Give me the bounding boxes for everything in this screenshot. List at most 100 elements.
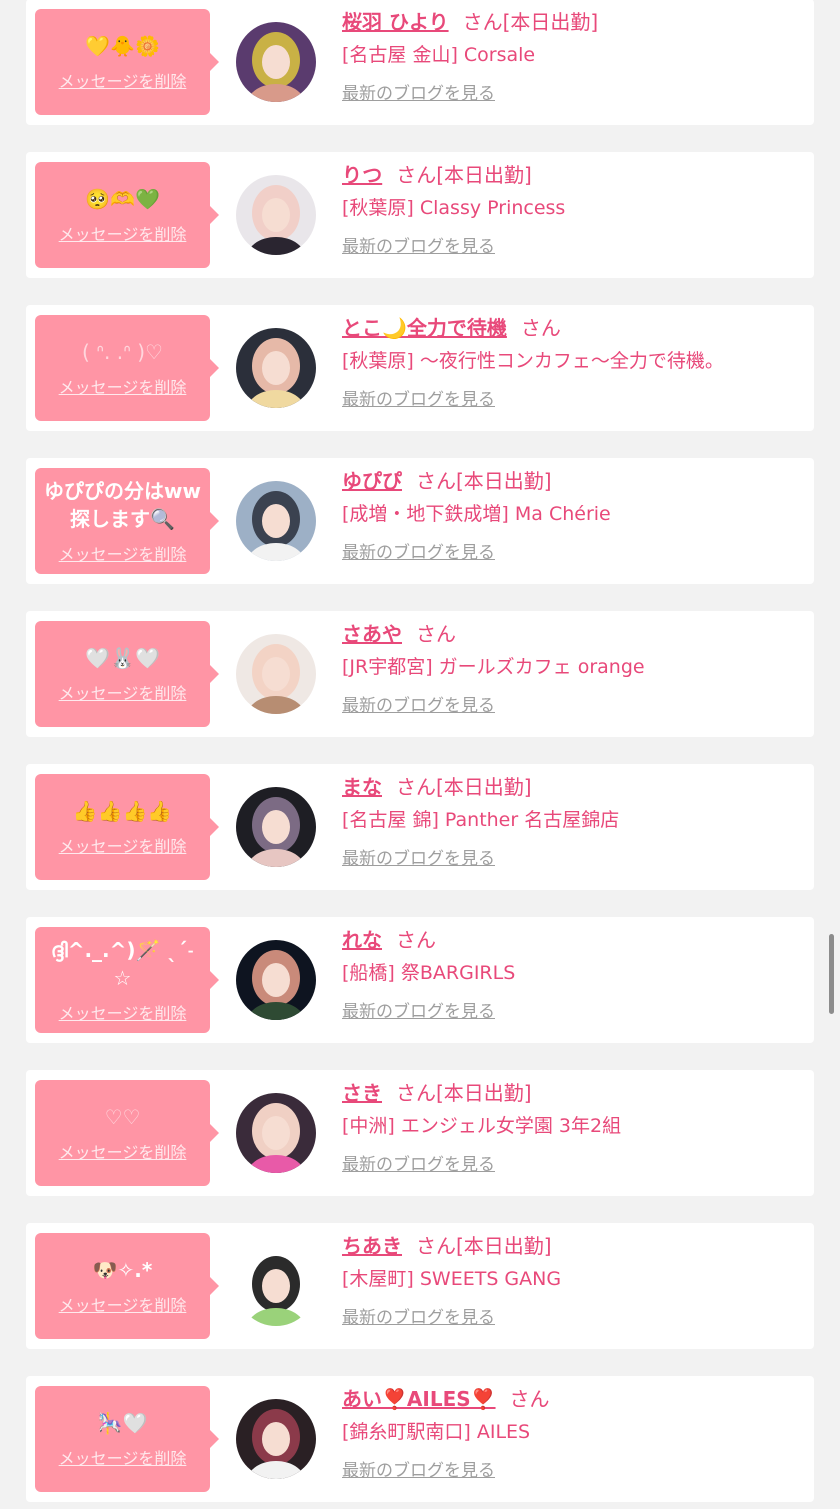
delete-message-link[interactable]: メッセージを削除: [59, 833, 187, 857]
girl-name-link[interactable]: ゆぴぴ: [342, 469, 402, 493]
message-bubble: 🥺🫶💚 メッセージを削除: [35, 162, 219, 268]
shop-name: [JR宇都宮] ガールズカフェ orange: [342, 656, 645, 678]
latest-blog-link[interactable]: 最新のブログを見る: [342, 232, 495, 257]
girl-avatar[interactable]: [236, 1246, 316, 1326]
girl-name-link[interactable]: 桜羽 ひより: [342, 10, 449, 34]
bubble-message-text: 🥺🫶💚: [85, 187, 160, 211]
girl-info: とこ🌙全力で待機 さん [秋葉原] 〜夜行性コンカフェ〜全力で待機。 最新のブログを見…: [342, 313, 804, 410]
girl-avatar[interactable]: [236, 175, 316, 255]
girl-name-line: りつ さん[本日出勤]: [342, 160, 804, 190]
delete-message-link[interactable]: メッセージを削除: [59, 68, 187, 92]
message-bubble: 🐶✧.* メッセージを削除: [35, 1233, 219, 1339]
latest-blog-link[interactable]: 最新のブログを見る: [342, 1303, 495, 1328]
shop-name: [錦糸町駅南口] AILES: [342, 1421, 531, 1443]
girl-avatar[interactable]: [236, 22, 316, 102]
favorite-girl-card: ( ᐢ. .ᐢ )♡ メッセージを削除 とこ🌙全力で待機 さん [秋葉原] 〜夜行性コン…: [26, 305, 814, 431]
attendance-status: [本日出勤]: [436, 1081, 532, 1105]
bubble-message-text: ♡♡: [104, 1105, 141, 1129]
delete-message-link[interactable]: メッセージを削除: [59, 374, 187, 398]
girl-name-link[interactable]: とこ🌙全力で待機: [342, 316, 507, 340]
honorific-label: さん: [396, 163, 437, 187]
latest-blog-link[interactable]: 最新のブログを見る: [342, 1456, 495, 1481]
girl-name-line: まな さん[本日出勤]: [342, 772, 804, 802]
favorite-girl-card: ദ്ദി^._.^)🪄 ˎˊ˗☆ メッセージを削除 れな さん [船橋] 祭BARGIR…: [26, 917, 814, 1043]
delete-message-link[interactable]: メッセージを削除: [59, 1445, 187, 1469]
favorite-girl-card: ♡♡ メッセージを削除 さき さん[本日出勤] [中洲] エンジェル女学園 3年2組 最新…: [26, 1070, 814, 1196]
girl-info: さあや さん [JR宇都宮] ガールズカフェ orange 最新のブログを見る: [342, 619, 804, 716]
latest-blog-link[interactable]: 最新のブログを見る: [342, 691, 495, 716]
latest-blog-link[interactable]: 最新のブログを見る: [342, 997, 495, 1022]
bubble-message-text: 👍👍👍👍: [72, 799, 173, 823]
message-bubble: 💛🐥🌼 メッセージを削除: [35, 9, 219, 115]
favorite-girl-card: 🎠🤍 メッセージを削除 あい❣️AILES❣️ さん [錦糸町駅南口] AILES 最新の…: [26, 1376, 814, 1502]
delete-message-link[interactable]: メッセージを削除: [59, 221, 187, 245]
shop-name: [秋葉原] 〜夜行性コンカフェ〜全力で待機。: [342, 350, 724, 372]
girl-info: まな さん[本日出勤] [名古屋 錦] Panther 名古屋錦店 最新のブログを見る: [342, 772, 804, 869]
shop-name: [成増・地下鉄成増] Ma Chérie: [342, 503, 611, 525]
girl-name-link[interactable]: れな: [342, 928, 382, 952]
shop-name: [中洲] エンジェル女学園 3年2組: [342, 1115, 622, 1137]
delete-message-link[interactable]: メッセージを削除: [59, 541, 187, 565]
shop-name: [名古屋 錦] Panther 名古屋錦店: [342, 809, 620, 831]
favorite-girl-card: 💛🐥🌼 メッセージを削除 桜羽 ひより さん[本日出勤] [名古屋 金山] Corsal…: [26, 0, 814, 125]
girl-name-line: 桜羽 ひより さん[本日出勤]: [342, 7, 804, 37]
girl-name-link[interactable]: さき: [342, 1081, 382, 1105]
message-bubble: 🤍🐰🤍 メッセージを削除: [35, 621, 219, 727]
girl-name-link[interactable]: まな: [342, 775, 382, 799]
shop-name: [秋葉原] Classy Princess: [342, 197, 566, 219]
honorific-label: さん: [509, 1387, 550, 1411]
bubble-message-text: ( ᐢ. .ᐢ )♡: [82, 340, 163, 364]
honorific-label: さん: [520, 316, 561, 340]
attendance-status: [本日出勤]: [436, 163, 532, 187]
latest-blog-link[interactable]: 最新のブログを見る: [342, 385, 495, 410]
latest-blog-link[interactable]: 最新のブログを見る: [342, 1150, 495, 1175]
girl-info: 桜羽 ひより さん[本日出勤] [名古屋 金山] Corsale 最新のブログを見る: [342, 7, 804, 104]
girl-avatar[interactable]: [236, 634, 316, 714]
honorific-label: さん: [416, 1234, 456, 1258]
girl-info: ゆぴぴ さん[本日出勤] [成増・地下鉄成増] Ma Chérie 最新のブログを見る: [342, 466, 804, 563]
girl-info: ちあき さん[本日出勤] [木屋町] SWEETS GANG 最新のブログを見る: [342, 1231, 804, 1328]
girl-name-line: れな さん: [342, 925, 804, 955]
message-bubble: ദ്ദി^._.^)🪄 ˎˊ˗☆ メッセージを削除: [35, 927, 219, 1033]
bubble-message-text: ゆぴぴの分はww探します🔍: [44, 479, 201, 531]
delete-message-link[interactable]: メッセージを削除: [59, 1139, 187, 1163]
shop-name: [木屋町] SWEETS GANG: [342, 1268, 562, 1290]
honorific-label: さん: [396, 1081, 436, 1105]
girl-name-line: あい❣️AILES❣️ さん: [342, 1384, 804, 1414]
girl-avatar[interactable]: [236, 1399, 316, 1479]
attendance-status: [本日出勤]: [456, 469, 552, 493]
honorific-label: さん: [462, 10, 503, 34]
favorite-girl-card: ゆぴぴの分はww探します🔍 メッセージを削除 ゆぴぴ さん[本日出勤] [成増・地下鉄成…: [26, 458, 814, 584]
bubble-message-text: 🎠🤍: [97, 1411, 148, 1435]
girl-info: れな さん [船橋] 祭BARGIRLS 最新のブログを見る: [342, 925, 804, 1022]
girl-info: あい❣️AILES❣️ さん [錦糸町駅南口] AILES 最新のブログを見る: [342, 1384, 804, 1481]
scrollbar[interactable]: [829, 934, 834, 1014]
attendance-status: [本日出勤]: [502, 10, 599, 34]
favorite-girl-card: 👍👍👍👍 メッセージを削除 まな さん[本日出勤] [名古屋 錦] Panther 名古…: [26, 764, 814, 890]
favorite-girl-card: 🤍🐰🤍 メッセージを削除 さあや さん [JR宇都宮] ガールズカフェ orange 最新…: [26, 611, 814, 737]
delete-message-link[interactable]: メッセージを削除: [59, 1292, 187, 1316]
honorific-label: さん: [396, 775, 436, 799]
delete-message-link[interactable]: メッセージを削除: [59, 680, 187, 704]
message-bubble: ( ᐢ. .ᐢ )♡ メッセージを削除: [35, 315, 219, 421]
bubble-message-text: 🐶✧.*: [92, 1258, 153, 1282]
honorific-label: さん: [416, 622, 456, 646]
delete-message-link[interactable]: メッセージを削除: [59, 1000, 187, 1024]
girl-avatar[interactable]: [236, 481, 316, 561]
latest-blog-link[interactable]: 最新のブログを見る: [342, 79, 495, 104]
girl-name-link[interactable]: りつ: [342, 163, 382, 187]
girl-name-line: さあや さん: [342, 619, 804, 649]
girl-avatar[interactable]: [236, 940, 316, 1020]
girl-name-link[interactable]: さあや: [342, 622, 402, 646]
girl-avatar[interactable]: [236, 787, 316, 867]
latest-blog-link[interactable]: 最新のブログを見る: [342, 538, 495, 563]
girl-avatar[interactable]: [236, 328, 316, 408]
girl-info: さき さん[本日出勤] [中洲] エンジェル女学園 3年2組 最新のブログを見る: [342, 1078, 804, 1175]
bubble-message-text: 💛🐥🌼: [85, 34, 160, 58]
message-bubble: ♡♡ メッセージを削除: [35, 1080, 219, 1186]
girl-name-link[interactable]: あい❣️AILES❣️: [342, 1387, 496, 1411]
girl-name-link[interactable]: ちあき: [342, 1234, 402, 1258]
girl-avatar[interactable]: [236, 1093, 316, 1173]
attendance-status: [本日出勤]: [436, 775, 532, 799]
latest-blog-link[interactable]: 最新のブログを見る: [342, 844, 495, 869]
